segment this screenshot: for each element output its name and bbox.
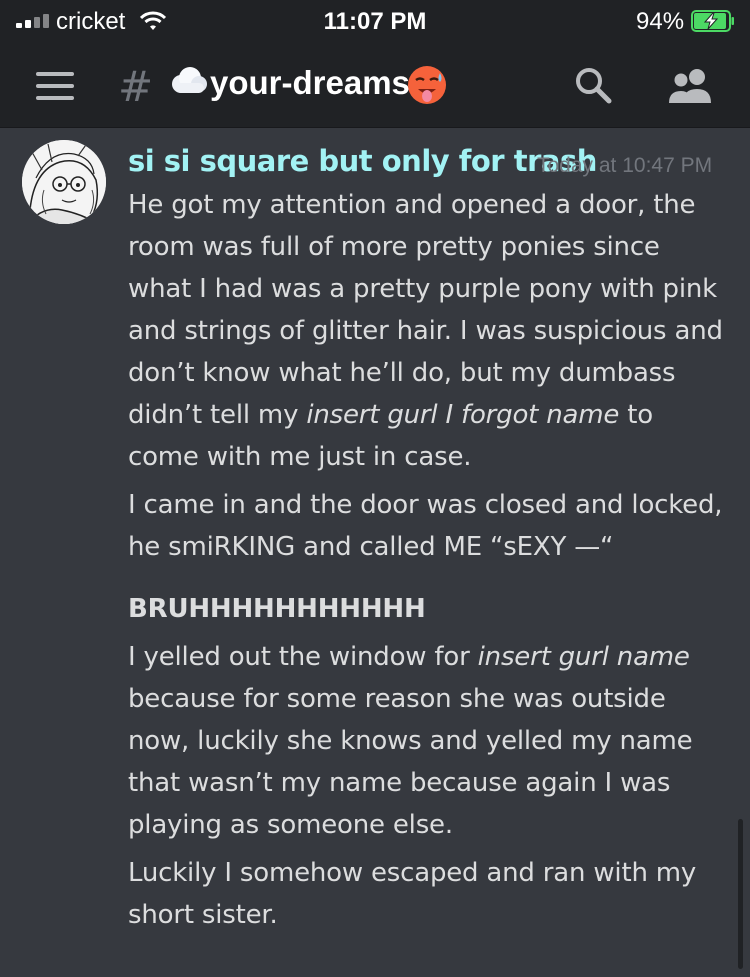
status-bar: cricket 11:07 PM 94% bbox=[0, 0, 750, 42]
message-paragraph-bold: BRUHHHHHHHHHHH bbox=[128, 594, 426, 624]
message-paragraph: Luckily I somehow escaped and ran with m… bbox=[128, 858, 697, 930]
avatar-drawing bbox=[22, 140, 106, 224]
message-author[interactable]: si si square but only for trash bbox=[128, 144, 597, 178]
hot-face-emoji bbox=[408, 66, 446, 104]
channel-name[interactable]: your-dreams bbox=[210, 64, 410, 102]
cloud-emoji bbox=[172, 67, 207, 93]
message-timestamp: Today at 10:47 PM bbox=[537, 154, 713, 177]
members-icon[interactable] bbox=[666, 68, 714, 104]
channel-header: # your-dreams bbox=[0, 42, 750, 128]
hamburger-menu-icon[interactable] bbox=[36, 72, 74, 100]
avatar[interactable] bbox=[22, 140, 106, 224]
message-paragraph: I yelled out the window for insert gurl … bbox=[128, 642, 693, 840]
search-icon[interactable] bbox=[574, 66, 612, 104]
scrollbar[interactable] bbox=[738, 819, 743, 969]
channel-hash-icon: # bbox=[118, 62, 154, 111]
battery-percent: 94% bbox=[636, 8, 685, 35]
message-paragraph: I came in and the door was closed and lo… bbox=[128, 490, 723, 562]
message-list: si si square but only for trash Today at… bbox=[0, 129, 750, 977]
message-paragraph: He got my attention and opened a door, t… bbox=[128, 190, 723, 472]
message-content: He got my attention and opened a door, t… bbox=[128, 184, 728, 936]
battery-charging-icon bbox=[691, 10, 734, 32]
